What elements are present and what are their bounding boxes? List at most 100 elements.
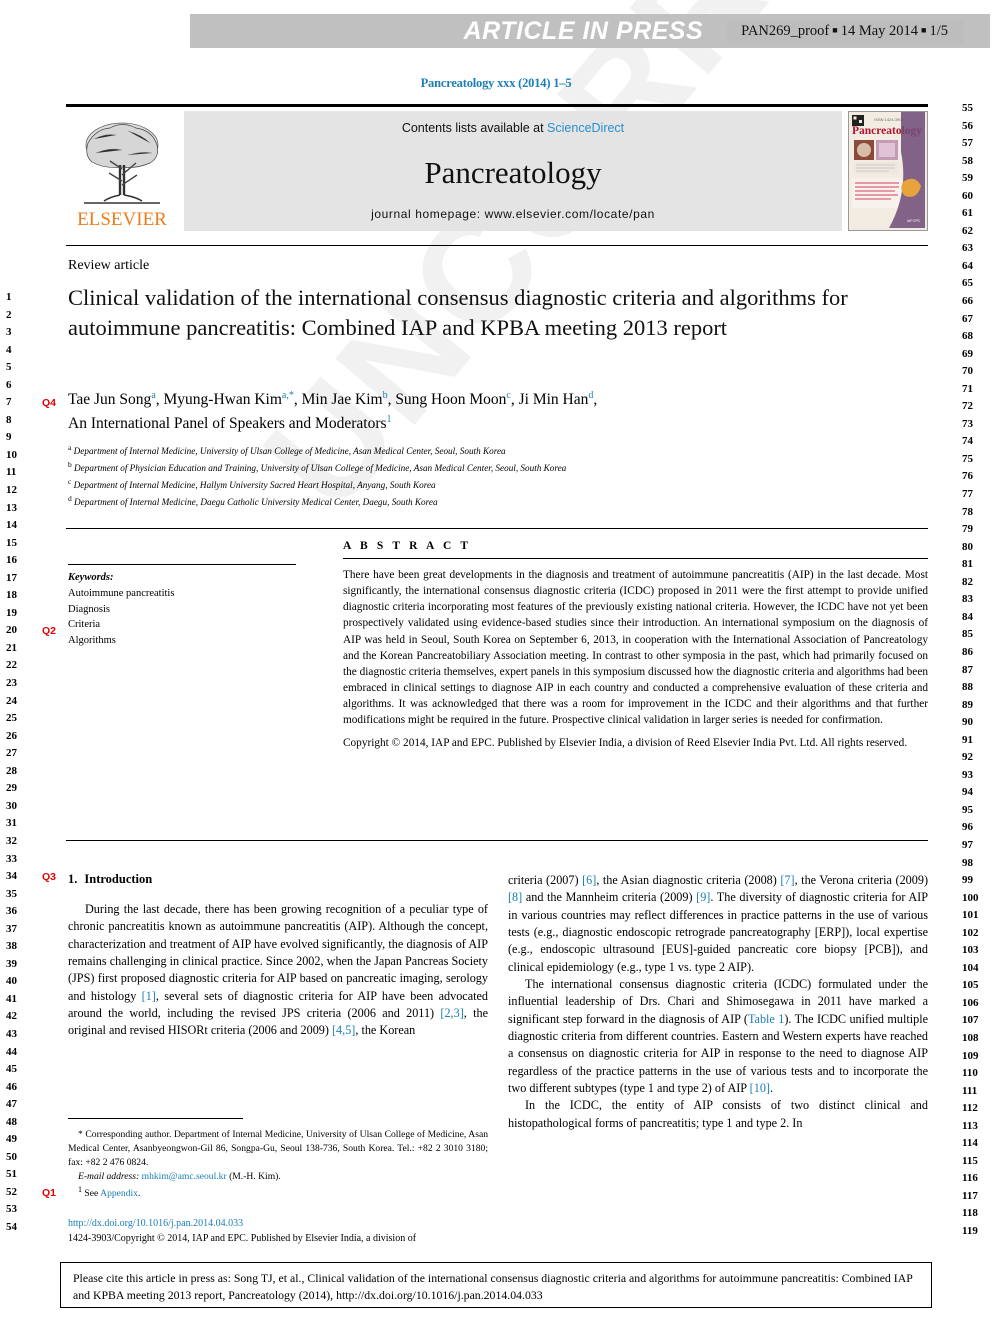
abstract-text: There have been great developments in th…	[343, 569, 928, 727]
line-number: 33	[6, 852, 17, 865]
line-number: 23	[6, 677, 17, 690]
query-marker[interactable]: Q2	[42, 625, 56, 637]
line-number: 88	[962, 681, 973, 694]
line-number: 49	[6, 1133, 17, 1146]
line-number: 34	[6, 870, 17, 883]
line-number: 73	[962, 417, 973, 430]
article-in-press-banner: ARTICLE IN PRESS PAN269_proof ■ 14 May 201…	[190, 14, 990, 48]
journal-homepage-line[interactable]: journal homepage: www.elsevier.com/locat…	[184, 207, 842, 221]
paragraph: In the ICDC, the entity of AIP consists …	[508, 1098, 928, 1130]
line-number: 86	[962, 645, 973, 658]
page-title: Clinical validation of the international…	[68, 285, 848, 340]
reference-link[interactable]: [10]	[750, 1081, 770, 1095]
reference-link[interactable]: [6]	[582, 873, 596, 887]
line-number: 28	[6, 764, 17, 777]
author-line-1: Tae Jun Songa, Myung-Hwan Kima,*, Min Ja…	[68, 390, 598, 409]
journal-title: Pancreatology	[424, 154, 602, 190]
line-number: 10	[6, 448, 17, 461]
line-number: 84	[962, 610, 973, 623]
line-number: 19	[6, 606, 17, 619]
line-number: 112	[962, 1102, 978, 1115]
line-number: 4	[6, 343, 12, 356]
reference-link[interactable]: [2,3]	[440, 1006, 463, 1020]
keyword-item: Autoimmune pancreatitis	[68, 587, 175, 599]
line-number: 117	[962, 1189, 978, 1202]
line-number: 95	[962, 803, 973, 816]
line-number: 91	[962, 733, 973, 746]
query-marker[interactable]: Q1	[42, 1187, 56, 1199]
line-number: 27	[6, 747, 17, 760]
line-number: 66	[962, 295, 973, 308]
line-number: 21	[6, 641, 17, 654]
keyword-item: Diagnosis	[68, 603, 110, 615]
keyword-item: Algorithms	[68, 635, 116, 646]
abstract-copyright: Copyright © 2014, IAP and EPC. Published…	[343, 737, 908, 750]
reference-link[interactable]: [4,5]	[332, 1023, 355, 1037]
line-number: 74	[962, 435, 973, 448]
line-number: 60	[962, 189, 973, 202]
author-list: Tae Jun Songa, Myung-Hwan Kima,*, Min Ja…	[68, 388, 898, 435]
line-number: 113	[962, 1119, 978, 1132]
line-numbers-right: 55 56 57 58 59 60 61 62 63 64 65 66 67 68 69 70 71 72 73 74…	[962, 103, 979, 1244]
masthead-divider	[66, 245, 928, 246]
article-in-press-label: ARTICLE IN PRESS	[463, 16, 704, 45]
line-number: 63	[962, 242, 973, 255]
section-heading-introduction: 1. Introduction	[68, 872, 488, 887]
line-number: 106	[962, 996, 979, 1009]
table-link[interactable]: Table 1	[748, 1012, 784, 1026]
line-number: 46	[6, 1080, 17, 1093]
line-number: 57	[962, 137, 973, 150]
line-number: 83	[962, 593, 973, 606]
reference-link[interactable]: [9]	[696, 890, 710, 904]
abstract-block: A B S T R A C T There have been great de…	[343, 540, 928, 752]
line-number: 26	[6, 729, 17, 742]
doi-link[interactable]: http://dx.doi.org/10.1016/j.pan.2014.04.…	[68, 1216, 498, 1231]
line-number: 5	[6, 361, 12, 374]
svg-text:IAP EPC: IAP EPC	[907, 219, 921, 223]
footnote-divider	[68, 1118, 243, 1119]
appendix-link[interactable]: Appendix	[100, 1188, 138, 1199]
line-number: 3	[6, 326, 12, 339]
appendix-suffix: .	[137, 1187, 141, 1199]
line-number: 114	[962, 1137, 978, 1150]
proof-id: PAN269_proof	[741, 22, 830, 39]
query-marker[interactable]: Q4	[42, 397, 56, 409]
line-number: 94	[962, 786, 973, 799]
line-number: 43	[6, 1027, 17, 1040]
line-number: 68	[962, 330, 973, 343]
line-number: 31	[6, 817, 17, 830]
line-number: 58	[962, 154, 973, 167]
line-number: 81	[962, 558, 973, 571]
line-number: 30	[6, 799, 17, 812]
line-number: 105	[962, 979, 979, 992]
line-number: 82	[962, 575, 973, 588]
issn-copyright-line: 1424-3903/Copyright © 2014, IAP and EPC.…	[68, 1233, 417, 1244]
line-number: 107	[962, 1014, 979, 1027]
doi-block: http://dx.doi.org/10.1016/j.pan.2014.04.…	[68, 1216, 498, 1246]
query-marker[interactable]: Q3	[42, 871, 56, 883]
reference-link[interactable]: [8]	[508, 890, 522, 904]
line-number: 98	[962, 856, 973, 869]
line-number: 75	[962, 452, 973, 465]
reference-link[interactable]: [7]	[780, 873, 794, 887]
section-number: 1.	[68, 872, 78, 886]
line-number: 93	[962, 768, 973, 781]
line-number: 29	[6, 782, 17, 795]
line-number: 56	[962, 119, 973, 132]
line-number: 99	[962, 874, 973, 887]
line-number: 8	[6, 413, 12, 426]
proof-page: 1/5	[929, 22, 948, 39]
document-page: UNCORRECTED PROOF ARTICLE IN PRESS PAN26…	[0, 0, 992, 1323]
elsevier-logo: ELSEVIER	[66, 111, 178, 231]
line-number: 70	[962, 365, 973, 378]
line-number: 110	[962, 1067, 978, 1080]
line-number: 72	[962, 400, 973, 413]
email-suffix: (M.-H. Kim).	[229, 1170, 281, 1182]
sciencedirect-link[interactable]: ScienceDirect	[547, 121, 624, 135]
proof-separator-icon: ■	[832, 24, 838, 35]
affiliation-item: d Department of Internal Medicine, Daegu…	[68, 493, 438, 507]
line-number: 53	[6, 1203, 17, 1216]
line-number: 101	[962, 909, 979, 922]
reference-link[interactable]: [1]	[142, 989, 156, 1003]
email-link[interactable]: mhkim@amc.seoul.kr	[142, 1171, 227, 1182]
